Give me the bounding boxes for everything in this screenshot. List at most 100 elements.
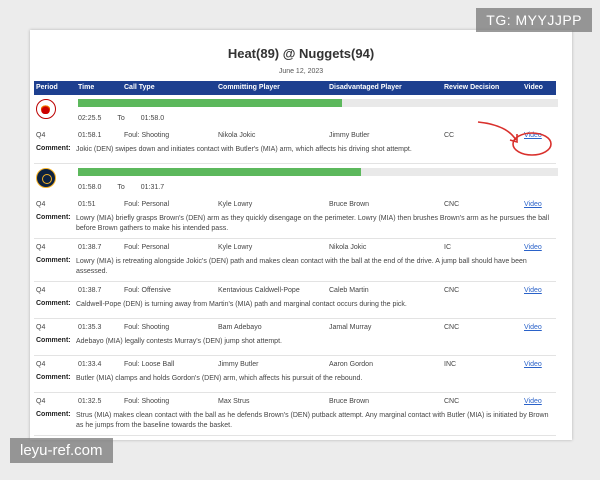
- call-type: Foul: Shooting: [124, 132, 170, 139]
- team-block-nuggets: 01:58.0 To 01:31.7: [34, 164, 558, 196]
- time: 01:58.1: [78, 132, 102, 139]
- review-decision: CNC: [444, 201, 460, 208]
- disadvantaged-player: Bruce Brown: [329, 201, 370, 208]
- comment-row: Comment: Adebayo (MIA) legally contests M…: [34, 335, 556, 356]
- comment-text: Jokic (DEN) swipes down and initiates co…: [76, 146, 412, 153]
- call-type: Foul: Loose Ball: [124, 361, 175, 368]
- committing-player: Kentavious Caldwell-Pope: [218, 287, 300, 294]
- period: Q4: [36, 361, 46, 368]
- game-date: June 12, 2023: [278, 68, 324, 75]
- period: Q4: [36, 201, 46, 208]
- review-decision: CNC: [444, 287, 460, 294]
- comment-label: Comment:: [36, 257, 71, 264]
- time: 01:38.7: [78, 244, 102, 251]
- team-block-heat: 02:25.5 To 01:58.0: [34, 95, 558, 127]
- comment-row: Comment: Strus (MIA) makes clean contact …: [34, 409, 556, 436]
- time-end: 01:58.0: [140, 115, 165, 122]
- time: 01:38.7: [78, 287, 102, 294]
- comment-row: Comment: Caldwell-Pope (DEN) is turning a…: [34, 298, 556, 319]
- comment-label: Comment:: [36, 300, 71, 307]
- disadvantaged-player: Jimmy Butler: [329, 132, 370, 139]
- video-link[interactable]: Video: [524, 361, 542, 368]
- play-row: Q4 01:33.4 Foul: Loose Ball Jimmy Butler Aar…: [34, 356, 556, 372]
- call-type: Foul: Shooting: [124, 398, 170, 405]
- col-video: Video: [524, 84, 543, 91]
- review-decision: CNC: [444, 398, 460, 405]
- plays-list: 02:25.5 To 01:58.0 Q4 01:58.1 Foul: Shooting N…: [30, 95, 572, 436]
- comment-row: Comment: Lowry (MIA) is retreating alongs…: [34, 255, 556, 282]
- col-committing-player: Committing Player: [218, 84, 280, 91]
- time-start: 02:25.5: [78, 115, 102, 122]
- call-type: Foul: Personal: [124, 244, 170, 251]
- comment-row: Comment: Butler (MIA) clamps and holds Go…: [34, 372, 556, 393]
- review-decision: INC: [444, 361, 457, 368]
- play-row: Q4 01:51 Foul: Personal Kyle Lowry Bruce Bro…: [34, 196, 556, 212]
- review-decision: CNC: [444, 324, 460, 331]
- time: 01:51: [78, 201, 96, 208]
- time: 01:32.5: [78, 398, 102, 405]
- time: 01:33.4: [78, 361, 102, 368]
- col-review-decision: Review Decision: [444, 84, 500, 91]
- time-start: 01:58.0: [78, 184, 102, 191]
- to-label: To: [117, 184, 125, 191]
- comment-label: Comment:: [36, 337, 71, 344]
- comment-text: Lowry (MIA) briefly grasps Brown's (DEN)…: [76, 215, 550, 232]
- comment-label: Comment:: [36, 214, 71, 221]
- progress-fill: [78, 99, 342, 107]
- col-call-type: Call Type: [124, 84, 155, 91]
- disadvantaged-player: Jamal Murray: [329, 324, 372, 331]
- video-link[interactable]: Video: [524, 244, 542, 251]
- comment-text: Caldwell-Pope (DEN) is turning away from…: [76, 301, 407, 308]
- period: Q4: [36, 398, 46, 405]
- comment-label: Comment:: [36, 145, 71, 152]
- time-end: 01:31.7: [140, 184, 165, 191]
- report-page: Heat(89) @ Nuggets(94) June 12, 2023 Per…: [30, 30, 572, 440]
- col-period: Period: [36, 84, 58, 91]
- disadvantaged-player: Bruce Brown: [329, 398, 370, 405]
- video-link[interactable]: Video: [524, 398, 542, 405]
- review-decision: CC: [444, 132, 455, 139]
- disadvantaged-player: Nikola Jokic: [329, 244, 367, 251]
- committing-player: Nikola Jokic: [218, 132, 256, 139]
- possession-progress-bar: [78, 99, 558, 107]
- period: Q4: [36, 324, 46, 331]
- call-type: Foul: Personal: [124, 201, 170, 208]
- comment-text: Adebayo (MIA) legally contests Murray's …: [76, 338, 282, 345]
- comment-text: Butler (MIA) clamps and holds Gordon's (…: [76, 375, 363, 382]
- time: 01:35.3: [78, 324, 102, 331]
- watermark-text: TG: MYYJJPP: [476, 8, 592, 32]
- progress-fill: [78, 168, 362, 176]
- play-row: Q4 01:58.1 Foul: Shooting Nikola Jokic Jimmy…: [34, 127, 556, 143]
- disadvantaged-player: Aaron Gordon: [329, 361, 373, 368]
- possession-progress-bar: [78, 168, 558, 176]
- denver-nuggets-logo: [36, 168, 56, 188]
- play-row: Q4 01:32.5 Foul: Shooting Max Strus Bruce Br…: [34, 393, 556, 409]
- period: Q4: [36, 244, 46, 251]
- time-range: 01:58.0 To 01:31.7: [78, 184, 164, 191]
- comment-row: Comment: Jokic (DEN) swipes down and init…: [34, 143, 556, 164]
- to-label: To: [117, 115, 125, 122]
- period: Q4: [36, 132, 46, 139]
- play-row: Q4 01:38.7 Foul: Personal Kyle Lowry Nikola …: [34, 239, 556, 255]
- video-link[interactable]: Video: [524, 201, 542, 208]
- period: Q4: [36, 287, 46, 294]
- video-link[interactable]: Video: [524, 132, 542, 139]
- video-link[interactable]: Video: [524, 324, 542, 331]
- call-type: Foul: Offensive: [124, 287, 171, 294]
- miami-heat-logo: [36, 99, 56, 119]
- col-time: Time: [78, 84, 95, 91]
- comment-row: Comment: Lowry (MIA) briefly grasps Brown…: [34, 212, 556, 239]
- committing-player: Kyle Lowry: [218, 244, 253, 251]
- play-row: Q4 01:38.7 Foul: Offensive Kentavious Caldw…: [34, 282, 556, 298]
- committing-player: Bam Adebayo: [218, 324, 262, 331]
- game-title: Heat(89) @ Nuggets(94): [227, 46, 375, 61]
- play-row: Q4 01:35.3 Foul: Shooting Bam Adebayo Jamal …: [34, 319, 556, 335]
- review-decision: IC: [444, 244, 451, 251]
- table-header: Period Time Call Type Committing Player …: [34, 81, 556, 95]
- committing-player: Max Strus: [218, 398, 250, 405]
- comment-text: Lowry (MIA) is retreating alongside Joki…: [76, 258, 527, 275]
- video-link[interactable]: Video: [524, 287, 542, 294]
- call-type: Foul: Shooting: [124, 324, 170, 331]
- committing-player: Jimmy Butler: [218, 361, 259, 368]
- col-disadvantaged-player: Disadvantaged Player: [329, 84, 402, 91]
